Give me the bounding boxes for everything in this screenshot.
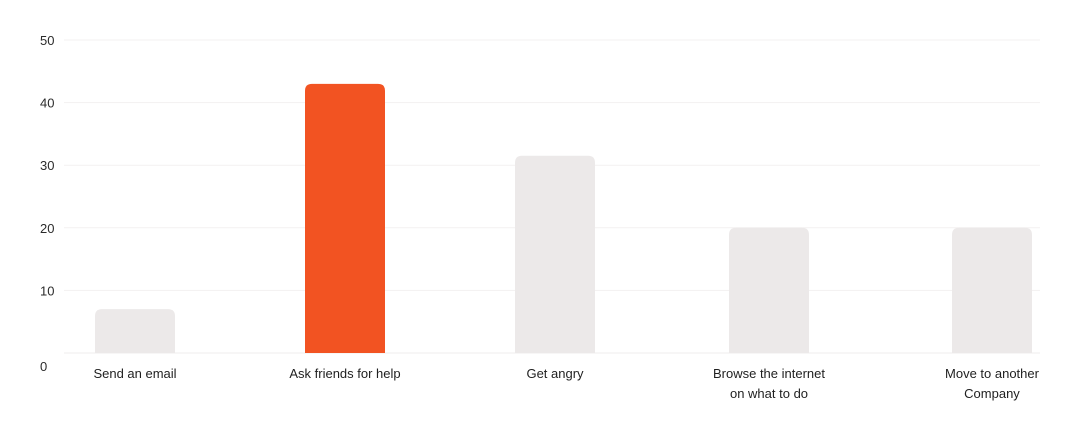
x-tick-label: Send an email xyxy=(93,366,176,381)
bars xyxy=(95,83,1032,353)
bar-browse-the-internet-on-what-to-do xyxy=(729,227,809,353)
x-tick-label: Browse the internet on what to do xyxy=(713,366,825,401)
y-tick-label: 0 xyxy=(40,359,47,374)
bar-chart: 0 10 20 30 40 50 Send an email Ask friends for… xyxy=(40,33,1040,401)
bar-move-to-another-company xyxy=(952,227,1032,353)
x-tick-label-line: Company xyxy=(964,386,1020,401)
x-axis: Send an email Ask friends for help Get ang… xyxy=(93,366,1039,401)
x-tick-label-line: Move to another xyxy=(945,366,1040,381)
x-tick-label: Ask friends for help xyxy=(289,366,400,381)
y-tick-label: 30 xyxy=(40,158,54,173)
y-axis: 0 10 20 30 40 50 xyxy=(40,33,54,374)
y-tick-label: 50 xyxy=(40,33,54,48)
x-tick-label-line: Browse the internet xyxy=(713,366,825,381)
x-tick-label-line: on what to do xyxy=(730,386,808,401)
y-tick-label: 20 xyxy=(40,221,54,236)
x-tick-label: Get angry xyxy=(526,366,584,381)
y-tick-label: 40 xyxy=(40,96,54,111)
x-tick-label-line: Ask friends for help xyxy=(289,366,400,381)
bar-send-an-email xyxy=(95,309,175,353)
bar-get-angry xyxy=(515,155,595,353)
x-tick-label-line: Send an email xyxy=(93,366,176,381)
x-tick-label: Move to another Company xyxy=(945,366,1040,401)
x-tick-label-line: Get angry xyxy=(526,366,584,381)
y-tick-label: 10 xyxy=(40,283,54,298)
bar-ask-friends-for-help xyxy=(305,83,385,353)
